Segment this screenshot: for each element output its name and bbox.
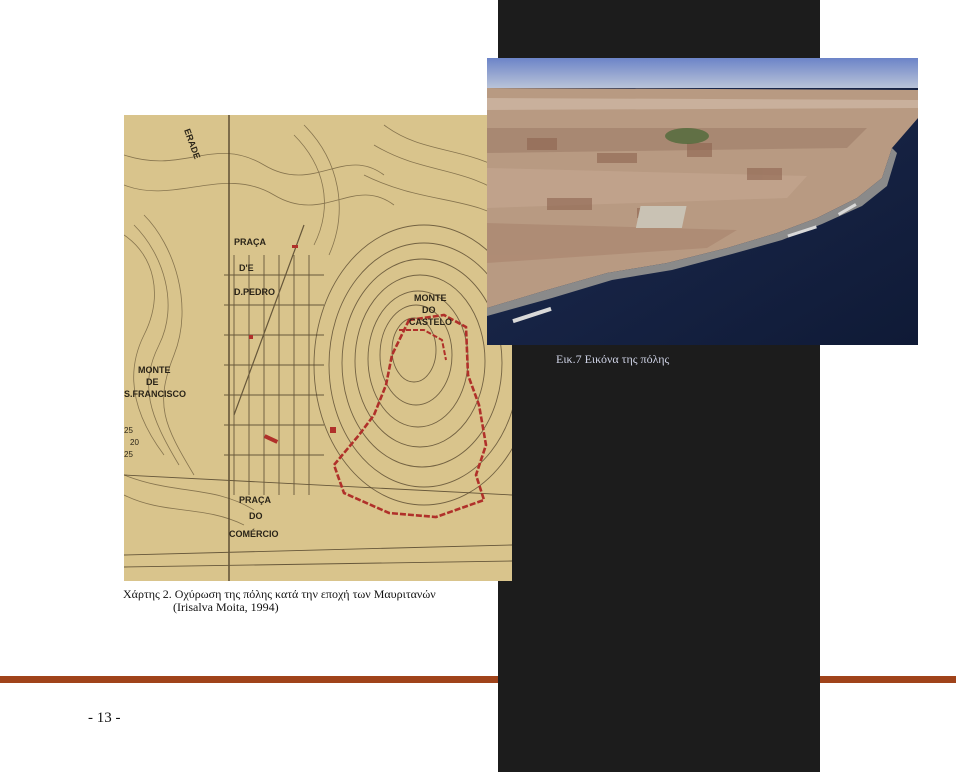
map-number-3: 25 (124, 450, 133, 459)
map-caption-line1: Χάρτης 2. Οχύρωση της πόλης κατά την επο… (123, 587, 436, 601)
horizontal-rule-right (820, 676, 956, 683)
page-number: - 13 - (88, 710, 121, 726)
map-label-monte-castelo-3: CASTELO (409, 317, 452, 327)
map-label-praca-comercio-1: PRAÇA (239, 495, 272, 505)
map-label-monte-castelo-1: MONTE (414, 293, 447, 303)
map-label-praca-dom-pedro-1: PRAÇA (234, 237, 267, 247)
map-label-praca-dom-pedro-3: D.PEDRO (234, 287, 275, 297)
aerial-city-photo (487, 58, 918, 345)
map-label-monte-francisco-3: S.FRANCISCO (124, 389, 186, 399)
horizontal-rule-left (0, 676, 498, 683)
map-label-monte-francisco-2: DE (146, 377, 159, 387)
map-label-monte-castelo-2: DO (422, 305, 436, 315)
map-label-monte-francisco-1: MONTE (138, 365, 171, 375)
map-caption: Χάρτης 2. Οχύρωση της πόλης κατά την επο… (123, 588, 436, 614)
photo-caption: Εικ.7 Εικόνα της πόλης (556, 352, 670, 366)
historical-map-image: PRAÇA D'E D.PEDRO MONTE DO CASTELO MONTE… (124, 115, 512, 581)
map-label-praca-comercio-2: DO (249, 511, 263, 521)
map-label-praca-dom-pedro-2: D'E (239, 263, 254, 273)
map-caption-line2: (Irisalva Moita, 1994) (173, 600, 279, 614)
map-label-praca-comercio-3: COMÉRCIO (229, 529, 279, 539)
map-number-2: 20 (130, 438, 139, 447)
map-number-1: 25 (124, 426, 133, 435)
